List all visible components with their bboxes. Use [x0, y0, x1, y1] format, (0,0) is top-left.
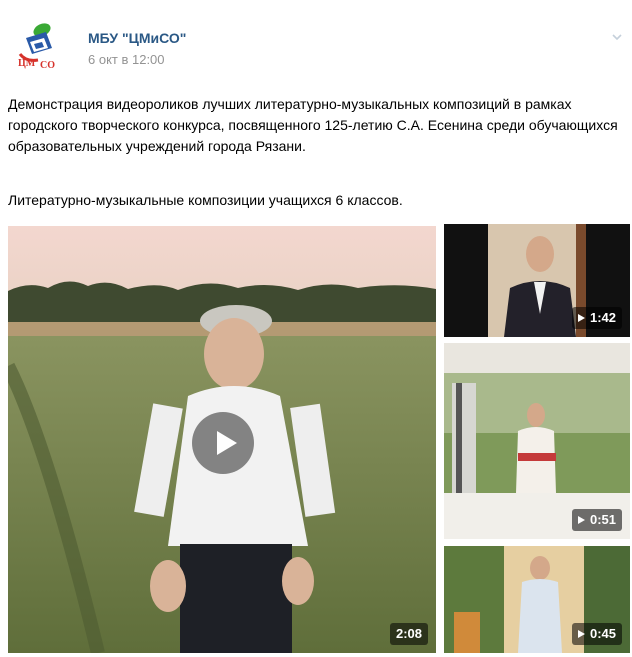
post-subtext: Литературно-музыкальные композиции учащи…	[8, 192, 403, 208]
video-duration-badge: 1:42	[571, 307, 622, 329]
duration-text: 1:42	[589, 310, 616, 325]
video-thumbnail-4[interactable]: 0:45	[444, 546, 630, 653]
svg-text:СО: СО	[40, 60, 55, 70]
video-thumbnail-3[interactable]: 0:51	[444, 343, 630, 539]
video-duration-badge: 0:51	[571, 509, 622, 531]
svg-text:ЦМ: ЦМ	[18, 58, 36, 69]
post-author-link[interactable]: МБУ "ЦМиСО"	[88, 30, 186, 46]
post-timestamp[interactable]: 6 окт в 12:00	[88, 52, 165, 67]
video-thumbnail-main[interactable]: 2:08	[8, 226, 436, 653]
duration-text: 0:51	[589, 512, 616, 527]
video-thumbnail-2[interactable]: 1:42	[444, 224, 630, 337]
play-button[interactable]	[192, 412, 254, 474]
cmiso-logo-icon: ЦМ СО	[18, 23, 55, 71]
post-menu-chevron-icon[interactable]	[610, 30, 624, 44]
play-icon	[577, 516, 585, 524]
community-avatar[interactable]: ЦМ СО	[12, 18, 64, 71]
post-text: Демонстрация видеороликов лучших литерат…	[8, 96, 618, 154]
video-duration-badge: 0:45	[571, 623, 622, 645]
duration-text: 0:45	[589, 626, 616, 641]
play-icon	[577, 314, 585, 322]
video-duration-badge: 2:08	[389, 623, 428, 645]
wall-post: ЦМ СО МБУ "ЦМиСО" 6 окт в 12:00 Демонстр…	[0, 0, 632, 657]
play-icon	[577, 630, 585, 638]
